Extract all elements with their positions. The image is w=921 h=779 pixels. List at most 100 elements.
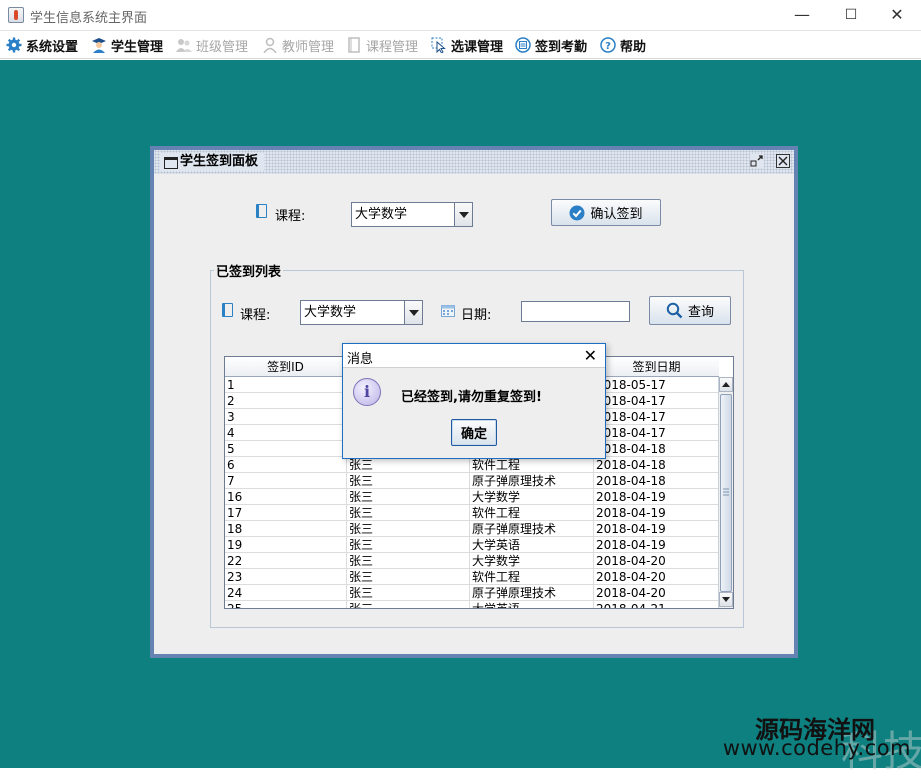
scroll-up-button[interactable]: [719, 377, 733, 392]
menu-label: 帮助: [620, 39, 647, 55]
table-cell: 2018-04-21: [594, 601, 719, 608]
filter-course-label: 课程:: [240, 308, 271, 323]
panel-title-bar[interactable]: 学生签到面板: [154, 150, 794, 174]
table-cell: 大学英语: [470, 601, 594, 608]
checkin-icon: [515, 37, 531, 53]
teacher-icon: [262, 37, 278, 54]
class-icon: [176, 37, 192, 53]
table-row[interactable]: 6 张三 软件工程 2018-04-18: [225, 457, 719, 473]
menu-teacher-management[interactable]: 教师管理: [262, 34, 334, 56]
dialog-title-bar[interactable]: 消息 ✕: [343, 344, 605, 368]
chevron-down-icon[interactable]: [404, 301, 422, 324]
java-app-icon: [8, 7, 24, 23]
course-select[interactable]: 大学数学: [351, 202, 473, 227]
table-cell: 2018-04-17: [594, 425, 719, 441]
panel-close-button[interactable]: [776, 154, 790, 168]
table-cell: 2: [225, 393, 347, 409]
scroll-thumb[interactable]: [720, 394, 732, 592]
ok-button[interactable]: 确定: [451, 419, 497, 446]
menu-label: 系统设置: [26, 39, 79, 55]
table-row[interactable]: 23 张三 软件工程 2018-04-20: [225, 569, 719, 585]
message-dialog: 消息 ✕ i 已经签到,请勿重复签到! 确定: [342, 343, 606, 459]
menu-system-settings[interactable]: 系统设置: [6, 34, 78, 56]
table-cell: 24: [225, 585, 347, 601]
menu-label: 签到考勤: [535, 39, 588, 55]
menu-label: 选课管理: [451, 39, 504, 55]
maximize-button[interactable]: ☐: [840, 4, 862, 26]
iconify-button[interactable]: [750, 154, 764, 168]
chevron-down-icon[interactable]: [454, 203, 472, 226]
column-header[interactable]: 签到ID: [225, 357, 347, 377]
table-row[interactable]: 16 张三 大学数学 2018-04-19: [225, 489, 719, 505]
table-cell: 23: [225, 569, 347, 585]
table-cell: 软件工程: [470, 569, 594, 585]
table-cell: 大学英语: [470, 537, 594, 553]
table-cell: 22: [225, 553, 347, 569]
table-cell: 2018-04-18: [594, 473, 719, 489]
course-select-value: 大学数学: [355, 207, 408, 222]
date-input[interactable]: [521, 301, 630, 322]
confirm-checkin-button[interactable]: 确认签到: [551, 199, 661, 226]
column-header[interactable]: 签到日期: [594, 357, 719, 377]
table-cell: 2018-04-19: [594, 537, 719, 553]
table-cell: 2018-04-19: [594, 521, 719, 537]
table-cell: 软件工程: [470, 505, 594, 521]
filter-date-label: 日期:: [461, 308, 492, 323]
table-cell: 7: [225, 473, 347, 489]
table-row[interactable]: 7 张三 原子弹原理技术 2018-04-18: [225, 473, 719, 489]
table-cell: 原子弹原理技术: [470, 585, 594, 601]
table-cell: 2018-04-18: [594, 457, 719, 473]
group-title: 已签到列表: [214, 261, 284, 280]
search-icon: [666, 302, 683, 319]
book-icon: [256, 204, 267, 218]
dialog-message: 已经签到,请勿重复签到!: [401, 390, 542, 405]
menu-label: 教师管理: [282, 39, 335, 55]
table-cell: 原子弹原理技术: [470, 521, 594, 537]
table-row[interactable]: 18 张三 原子弹原理技术 2018-04-19: [225, 521, 719, 537]
menu-course-management[interactable]: 课程管理: [346, 34, 418, 56]
table-cell: 大学数学: [470, 553, 594, 569]
table-cell: 张三: [347, 585, 470, 601]
menu-course-selection[interactable]: 选课管理: [431, 34, 503, 56]
menu-label: 班级管理: [196, 39, 249, 55]
table-cell: 张三: [347, 569, 470, 585]
book-icon: [222, 303, 233, 317]
close-button[interactable]: ✕: [886, 4, 908, 26]
table-cell: 3: [225, 409, 347, 425]
calendar-icon: [441, 304, 455, 317]
table-row[interactable]: 22 张三 大学数学 2018-04-20: [225, 553, 719, 569]
table-cell: 原子弹原理技术: [470, 473, 594, 489]
scroll-down-button[interactable]: [719, 592, 733, 607]
course-icon: [346, 37, 362, 53]
dialog-close-button[interactable]: ✕: [584, 346, 597, 365]
table-cell: 张三: [347, 537, 470, 553]
menu-label: 课程管理: [366, 39, 419, 55]
minimize-button[interactable]: —: [791, 4, 813, 26]
table-row[interactable]: 19 张三 大学英语 2018-04-19: [225, 537, 719, 553]
table-cell: 25: [225, 601, 347, 608]
table-cell: 张三: [347, 505, 470, 521]
table-cell: 5: [225, 441, 347, 457]
table-row[interactable]: 24 张三 原子弹原理技术 2018-04-20: [225, 585, 719, 601]
table-row[interactable]: 25 张三 大学英语 2018-04-21: [225, 601, 719, 608]
table-cell: 张三: [347, 489, 470, 505]
table-cell: 张三: [347, 521, 470, 537]
query-button[interactable]: 查询: [649, 296, 731, 325]
table-cell: 2018-04-19: [594, 505, 719, 521]
filter-course-select[interactable]: 大学数学: [300, 300, 423, 325]
menu-checkin-attendance[interactable]: 签到考勤: [515, 34, 587, 56]
table-cell: 2018-04-20: [594, 553, 719, 569]
table-cell: 张三: [347, 601, 470, 608]
menu-student-management[interactable]: 学生管理: [91, 34, 163, 56]
menu-help[interactable]: ? 帮助: [600, 34, 646, 56]
menu-class-management[interactable]: 班级管理: [176, 34, 248, 56]
table-cell: 2018-04-19: [594, 489, 719, 505]
table-cell: 2018-05-17: [594, 377, 719, 393]
table-row[interactable]: 17 张三 软件工程 2018-04-19: [225, 505, 719, 521]
table-cell: 1: [225, 377, 347, 393]
window-title: 学生信息系统主界面: [30, 11, 148, 26]
course-label: 课程:: [275, 209, 306, 224]
frame-icon: [164, 157, 178, 169]
vertical-scrollbar[interactable]: [718, 377, 733, 608]
table-cell: 17: [225, 505, 347, 521]
